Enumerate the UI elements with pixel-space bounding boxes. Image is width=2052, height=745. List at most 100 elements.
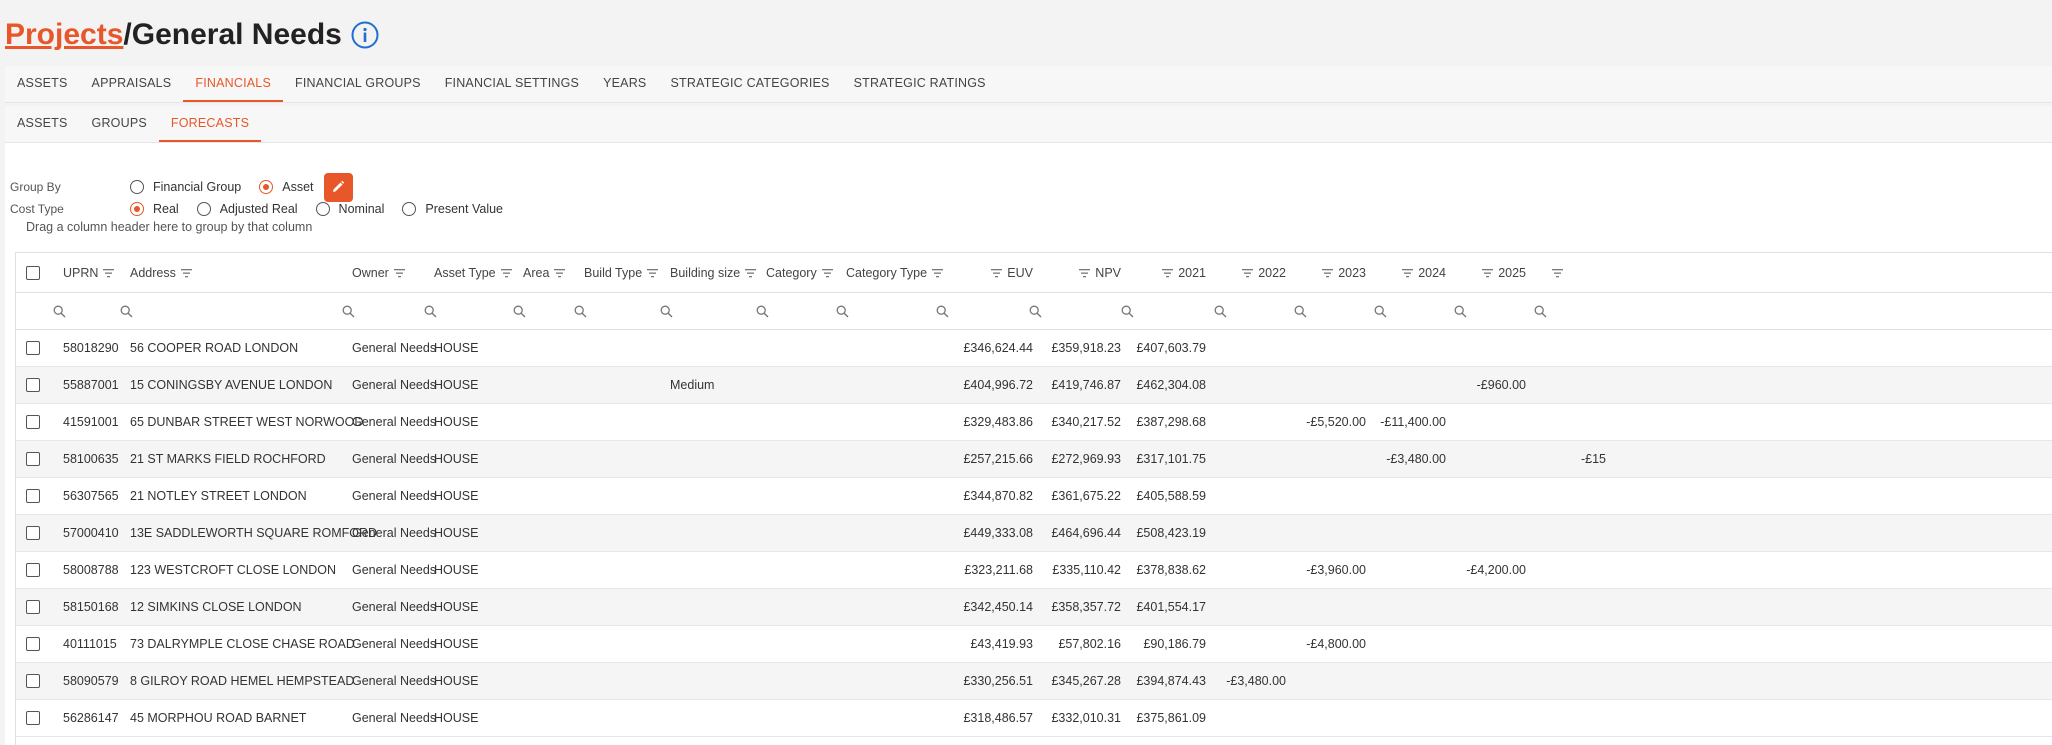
filter-icon[interactable]	[393, 268, 405, 278]
table-row[interactable]: 58008788 123 WESTCROFT CLOSE LONDON Genera…	[16, 552, 2052, 589]
row-checkbox[interactable]	[26, 452, 40, 466]
filter-input-category[interactable]	[756, 293, 816, 329]
filter-icon[interactable]	[554, 268, 566, 278]
filter-input-euv[interactable]	[936, 293, 996, 329]
filter-icon[interactable]	[932, 268, 944, 278]
column-header-building-size[interactable]: Building size	[670, 253, 760, 292]
table-row[interactable]: 55887001 15 CONINGSBY AVENUE LONDON Genera…	[16, 367, 2052, 404]
row-checkbox[interactable]	[26, 378, 40, 392]
cost-type-adjusted-real-radio[interactable]: Adjusted Real	[196, 202, 298, 216]
filter-input-owner[interactable]	[342, 293, 402, 329]
radio-circle[interactable]	[196, 202, 211, 216]
column-header-2024[interactable]: 2024	[1366, 253, 1446, 292]
subtab-groups[interactable]: GROUPS	[80, 106, 159, 142]
tab-strategic-categories[interactable]: STRATEGIC CATEGORIES	[658, 66, 841, 102]
column-header-category-type[interactable]: Category Type	[846, 253, 946, 292]
filter-icon[interactable]	[103, 268, 115, 278]
edit-grouping-button[interactable]	[323, 172, 353, 202]
filter-input-y2021[interactable]	[1121, 293, 1181, 329]
column-header-2025[interactable]: 2025	[1446, 253, 1526, 292]
column-header-build-type[interactable]: Build Type	[584, 253, 664, 292]
subtab-forecasts[interactable]: FORECASTS	[158, 106, 262, 142]
radio-circle[interactable]	[259, 180, 274, 194]
radio-circle[interactable]	[130, 180, 144, 194]
filter-icon[interactable]	[1162, 268, 1174, 278]
filter-input-asset-type[interactable]	[424, 293, 484, 329]
filter-input-npv[interactable]	[1029, 293, 1089, 329]
filter-input-uprn[interactable]	[53, 293, 113, 329]
tab-financial-settings[interactable]: FINANCIAL SETTINGS	[433, 66, 591, 102]
row-checkbox[interactable]	[26, 526, 40, 540]
row-checkbox[interactable]	[26, 415, 40, 429]
breadcrumb-projects-link[interactable]: Projects	[5, 18, 123, 52]
row-checkbox[interactable]	[26, 600, 40, 614]
filter-input-y2026[interactable]	[1534, 293, 1594, 329]
filter-input-area[interactable]	[513, 293, 573, 329]
column-header-overflow[interactable]	[1552, 253, 1582, 292]
filter-icon[interactable]	[1552, 268, 1563, 278]
filter-input-build-type[interactable]	[574, 293, 634, 329]
filter-icon[interactable]	[1322, 268, 1334, 278]
filter-icon[interactable]	[1402, 268, 1414, 278]
table-row[interactable]: 58150168 12 SIMKINS CLOSE LONDON General N…	[16, 589, 2052, 626]
table-row[interactable]: 58100635 21 ST MARKS FIELD ROCHFORD Genera…	[16, 441, 2052, 478]
row-checkbox[interactable]	[26, 711, 40, 725]
row-checkbox[interactable]	[26, 341, 40, 355]
filter-input-y2022[interactable]	[1214, 293, 1274, 329]
group-by-asset-radio[interactable]: Asset	[259, 180, 314, 194]
filter-icon[interactable]	[1242, 268, 1254, 278]
column-header-2023[interactable]: 2023	[1286, 253, 1366, 292]
filter-input-y2025[interactable]	[1454, 293, 1514, 329]
filter-icon[interactable]	[745, 268, 757, 278]
row-checkbox[interactable]	[26, 563, 40, 577]
group-panel-hint[interactable]: Drag a column header here to group by th…	[26, 220, 312, 234]
table-row[interactable]: 58018290 56 COOPER ROAD LONDON General Nee…	[16, 330, 2052, 367]
row-checkbox[interactable]	[26, 489, 40, 503]
filter-icon[interactable]	[647, 268, 659, 278]
column-header-asset-type[interactable]: Asset Type	[434, 253, 516, 292]
filter-icon[interactable]	[1079, 268, 1091, 278]
table-row[interactable]: 40111015 73 DALRYMPLE CLOSE CHASE ROAD Gen…	[16, 626, 2052, 663]
table-row[interactable]: 57000410 13E SADDLEWORTH SQUARE ROMFORD Ge…	[16, 515, 2052, 552]
column-header-uprn[interactable]: UPRN	[63, 253, 123, 292]
filter-icon[interactable]	[500, 268, 512, 278]
group-by-financial-group-radio[interactable]: Financial Group	[130, 180, 241, 194]
column-header-2022[interactable]: 2022	[1206, 253, 1286, 292]
table-row[interactable]: 56307565 21 NOTLEY STREET LONDON General N…	[16, 478, 2052, 515]
filter-icon[interactable]	[180, 268, 192, 278]
info-circle-icon[interactable]	[350, 20, 380, 50]
filter-input-category-type[interactable]	[836, 293, 896, 329]
radio-circle[interactable]	[315, 202, 330, 216]
filter-icon[interactable]	[821, 268, 833, 278]
table-row[interactable]: 56286147 45 MORPHOU ROAD BARNET General Ne…	[16, 700, 2052, 737]
subtab-assets[interactable]: ASSETS	[5, 106, 80, 142]
column-header-address[interactable]: Address	[130, 253, 345, 292]
cost-type-real-radio[interactable]: Real	[130, 202, 179, 216]
select-all-checkbox[interactable]	[26, 265, 40, 280]
radio-circle[interactable]	[130, 202, 144, 216]
filter-input-y2024[interactable]	[1374, 293, 1434, 329]
column-header-euv[interactable]: EUV	[946, 253, 1033, 292]
filter-icon[interactable]	[991, 268, 1003, 278]
table-row[interactable]: 41591001 65 DUNBAR STREET WEST NORWOOD Gen…	[16, 404, 2052, 441]
radio-circle[interactable]	[402, 202, 417, 216]
cost-type-present-value-radio[interactable]: Present Value	[402, 202, 503, 216]
column-header-npv[interactable]: NPV	[1033, 253, 1121, 292]
tab-strategic-ratings[interactable]: STRATEGIC RATINGS	[842, 66, 998, 102]
column-header-2021[interactable]: 2021	[1121, 253, 1206, 292]
table-row[interactable]: 58090579 8 GILROY ROAD HEMEL HEMPSTEAD Gen…	[16, 663, 2052, 700]
filter-input-address[interactable]	[120, 293, 180, 329]
tab-years[interactable]: YEARS	[591, 66, 658, 102]
cost-type-nominal-radio[interactable]: Nominal	[315, 202, 384, 216]
filter-input-building-size[interactable]	[660, 293, 720, 329]
filter-input-y2023[interactable]	[1294, 293, 1354, 329]
row-checkbox[interactable]	[26, 637, 40, 651]
tab-financial-groups[interactable]: FINANCIAL GROUPS	[283, 66, 433, 102]
tab-assets[interactable]: ASSETS	[5, 66, 80, 102]
column-header-category[interactable]: Category	[766, 253, 840, 292]
tab-appraisals[interactable]: APPRAISALS	[80, 66, 184, 102]
column-header-owner[interactable]: Owner	[352, 253, 428, 292]
row-checkbox[interactable]	[26, 674, 40, 688]
filter-icon[interactable]	[1482, 268, 1494, 278]
column-header-area[interactable]: Area	[523, 253, 578, 292]
